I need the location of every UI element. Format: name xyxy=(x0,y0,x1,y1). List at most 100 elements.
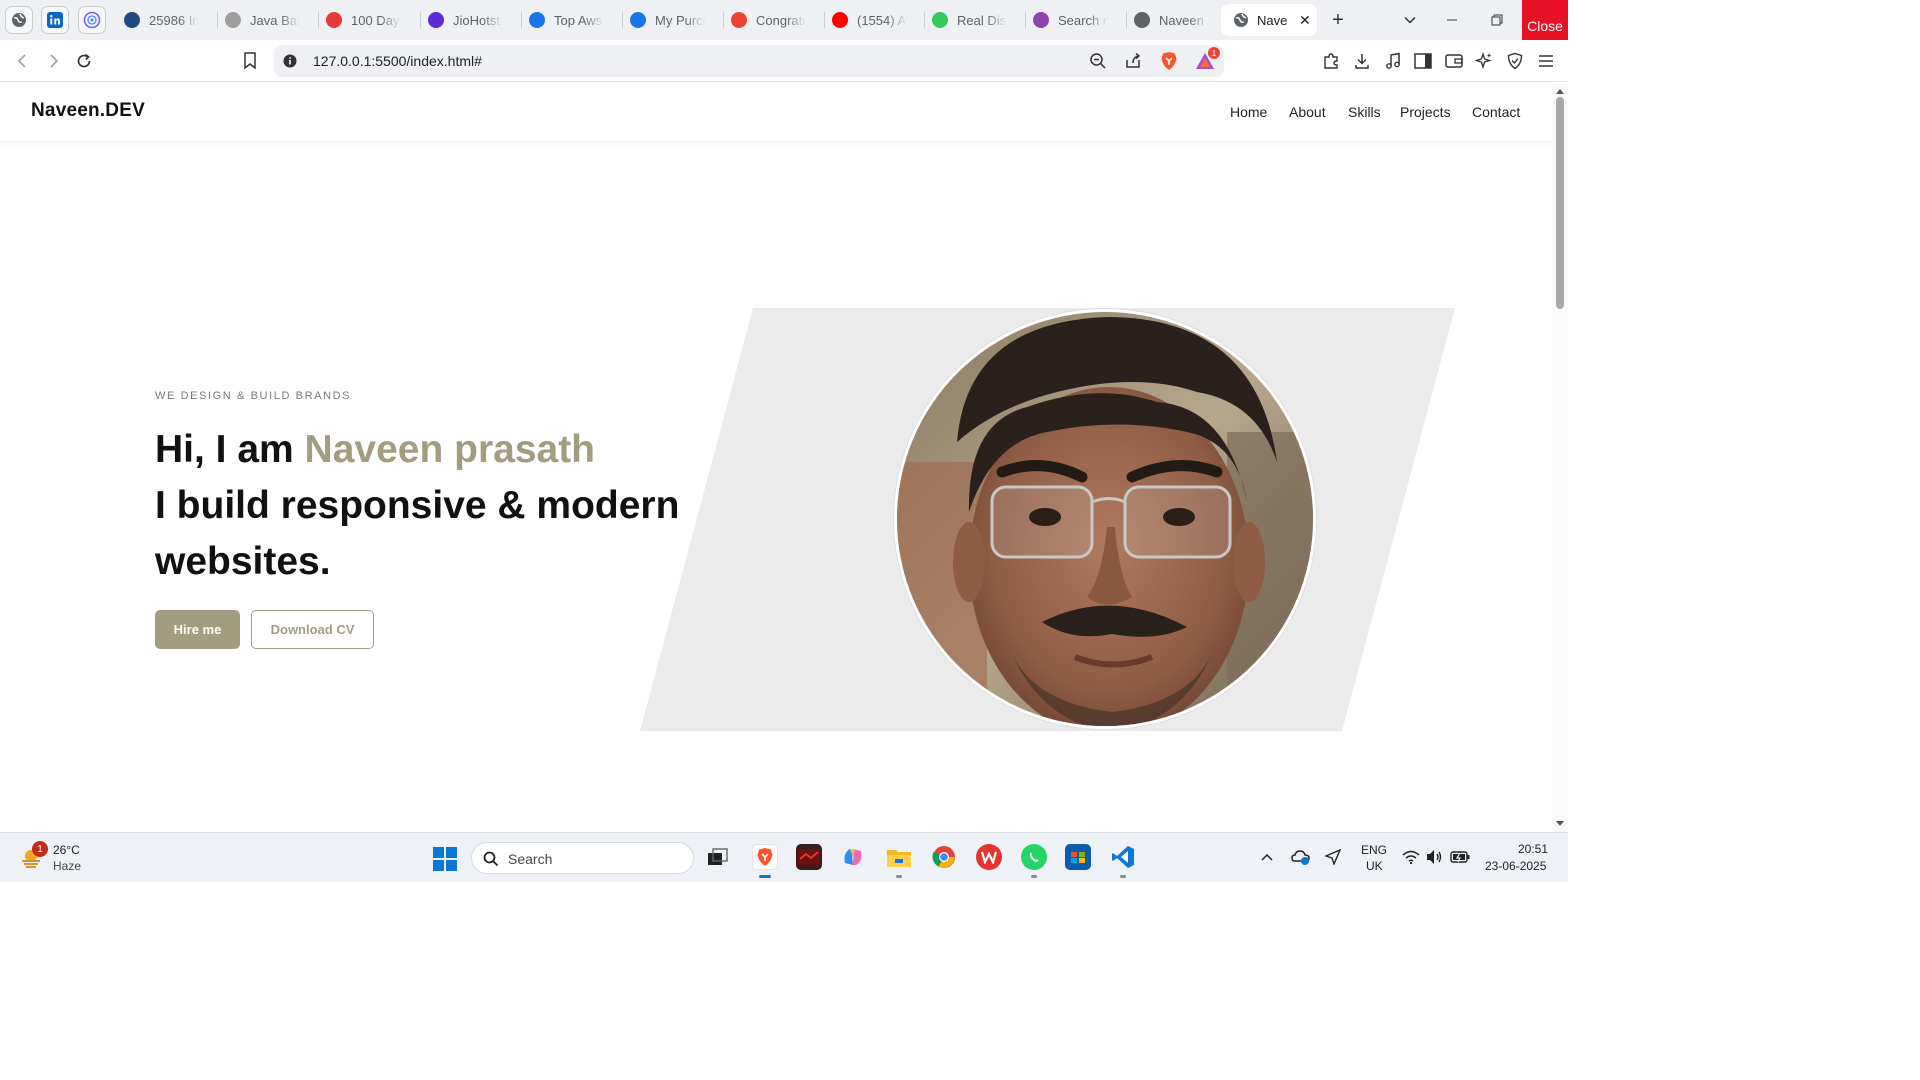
windows-start-icon[interactable] xyxy=(432,846,458,872)
onedrive-cloud-icon[interactable] xyxy=(1291,848,1311,866)
leo-ai-sparkle-icon[interactable] xyxy=(1472,49,1496,73)
url-text[interactable]: 127.0.0.1:5500/index.html# xyxy=(313,53,482,69)
new-tab-button[interactable]: + xyxy=(1326,8,1350,32)
window-close-button[interactable]: Close xyxy=(1522,0,1568,40)
taskbar-search-box[interactable]: Search xyxy=(471,842,694,874)
rewards-badge: 1 xyxy=(1208,47,1220,59)
location-arrow-icon[interactable] xyxy=(1325,849,1341,865)
tab-10[interactable]: Search re xyxy=(1033,6,1115,34)
media-music-icon[interactable] xyxy=(1381,49,1405,73)
file-explorer-icon[interactable] xyxy=(886,844,912,870)
hero-name: Naveen prasath xyxy=(304,428,596,471)
scrollbar-thumb[interactable] xyxy=(1556,97,1564,309)
show-hidden-icons-chevron-icon[interactable] xyxy=(1260,852,1274,862)
whatsapp-icon[interactable] xyxy=(1021,844,1047,870)
scroll-up-arrow-icon[interactable] xyxy=(1555,87,1565,95)
windows-taskbar: 1 26°C Haze Search ENG UK 20:51 23-06-20… xyxy=(0,832,1568,882)
battery-charging-icon[interactable] xyxy=(1450,850,1470,864)
menu-hamburger-icon[interactable] xyxy=(1534,49,1558,73)
tab-separator xyxy=(420,12,421,28)
chrome-icon[interactable] xyxy=(931,844,957,870)
brave-shields-icon[interactable] xyxy=(1160,51,1178,71)
tab-11[interactable]: Naveen p xyxy=(1134,6,1216,34)
tab-separator xyxy=(824,12,825,28)
tab-6[interactable]: My Purch xyxy=(630,6,712,34)
tab-1[interactable]: 25986 Int xyxy=(124,6,206,34)
tab-9[interactable]: Real Disc xyxy=(932,6,1014,34)
c-icon xyxy=(529,12,545,28)
reload-icon[interactable] xyxy=(72,49,96,73)
site-logo[interactable]: Naveen.DEV xyxy=(31,100,145,122)
tab-4[interactable]: JioHotstar xyxy=(428,6,510,34)
game-app-icon[interactable] xyxy=(796,844,822,870)
pinned-tab-ai[interactable] xyxy=(78,6,106,34)
back-arrow-icon[interactable] xyxy=(11,49,35,73)
nav-link-skills[interactable]: Skills xyxy=(1348,104,1381,120)
tab-5[interactable]: Top Aws C xyxy=(529,6,611,34)
pinned-tab-linkedin[interactable] xyxy=(41,6,69,34)
forward-arrow-icon[interactable] xyxy=(41,49,65,73)
wallet-icon[interactable] xyxy=(1442,49,1466,73)
minimize-button[interactable] xyxy=(1440,8,1464,32)
hero-greeting: Hi, I am xyxy=(155,428,305,471)
address-bar[interactable]: 127.0.0.1:5500/index.html# 1 xyxy=(274,45,1224,77)
volume-icon[interactable] xyxy=(1426,849,1444,865)
microsoft-store-icon[interactable] xyxy=(1065,844,1091,870)
clock-time[interactable]: 20:51 xyxy=(1518,842,1548,856)
close-tab-icon[interactable]: ✕ xyxy=(1299,12,1311,29)
vscode-icon[interactable] xyxy=(1110,844,1136,870)
tab-title: 25986 Int xyxy=(149,12,199,28)
tab-title: (1554) AV xyxy=(857,12,907,28)
tab-7[interactable]: Congratu xyxy=(731,6,813,34)
hero-eyebrow: WE DESIGN & BUILD BRANDS xyxy=(155,390,352,402)
unstop-icon xyxy=(124,12,140,28)
nav-link-contact[interactable]: Contact xyxy=(1472,104,1520,120)
whatsapp-running-indicator xyxy=(1031,875,1037,878)
c-icon xyxy=(630,12,646,28)
ai-swirl-icon xyxy=(83,11,101,29)
tab-title: Congratu xyxy=(756,12,806,28)
nav-link-about[interactable]: About xyxy=(1289,104,1326,120)
clock-date[interactable]: 23-06-2025 xyxy=(1485,859,1546,873)
pinned-tab-globe[interactable] xyxy=(5,6,33,34)
hire-me-button[interactable]: Hire me xyxy=(155,610,240,649)
scroll-down-arrow-icon[interactable] xyxy=(1555,820,1565,828)
weather-condition[interactable]: Haze xyxy=(53,859,81,873)
zoom-out-icon[interactable] xyxy=(1089,52,1107,70)
tab-3[interactable]: 100 Days xyxy=(326,6,408,34)
vscode-running-indicator xyxy=(1120,875,1126,878)
download-cv-button[interactable]: Download CV xyxy=(251,610,374,649)
tab-title: Java Basic xyxy=(250,12,300,28)
tab-title: Real Disc xyxy=(957,12,1007,28)
globe-icon xyxy=(12,13,26,27)
site-info-icon[interactable] xyxy=(283,54,297,68)
nav-link-projects[interactable]: Projects xyxy=(1400,104,1451,120)
gmail-icon xyxy=(731,12,747,28)
share-icon[interactable] xyxy=(1124,52,1142,70)
extensions-puzzle-icon[interactable] xyxy=(1319,49,1343,73)
geeks-icon xyxy=(326,12,342,28)
task-view-icon[interactable] xyxy=(705,844,731,870)
restore-button[interactable] xyxy=(1485,8,1509,32)
tab-active-title: Nave xyxy=(1257,12,1287,28)
wps-office-icon[interactable] xyxy=(976,844,1002,870)
tab-title: My Purch xyxy=(655,12,705,28)
brave-app-icon[interactable] xyxy=(752,844,778,870)
weather-temperature[interactable]: 26°C xyxy=(53,843,80,857)
page-scrollbar[interactable] xyxy=(1552,83,1568,832)
wifi-icon[interactable] xyxy=(1402,850,1420,864)
hero-heading: Hi, I am Naveen prasath I build responsi… xyxy=(155,422,715,590)
tab-active[interactable]: Nave ✕ xyxy=(1221,4,1317,36)
w3schools-icon xyxy=(225,12,241,28)
download-icon[interactable] xyxy=(1350,49,1374,73)
nav-link-home[interactable]: Home xyxy=(1230,104,1267,120)
bookmark-icon[interactable] xyxy=(238,49,262,73)
input-language[interactable]: ENG xyxy=(1361,843,1387,857)
input-region[interactable]: UK xyxy=(1366,859,1383,873)
tab-8[interactable]: (1554) AV xyxy=(832,6,914,34)
copilot-icon[interactable] xyxy=(840,844,866,870)
vpn-shield-icon[interactable] xyxy=(1503,49,1527,73)
tab-2[interactable]: Java Basic xyxy=(225,6,307,34)
sidebar-icon[interactable] xyxy=(1411,49,1435,73)
tab-search-chevron-icon[interactable] xyxy=(1398,8,1422,32)
